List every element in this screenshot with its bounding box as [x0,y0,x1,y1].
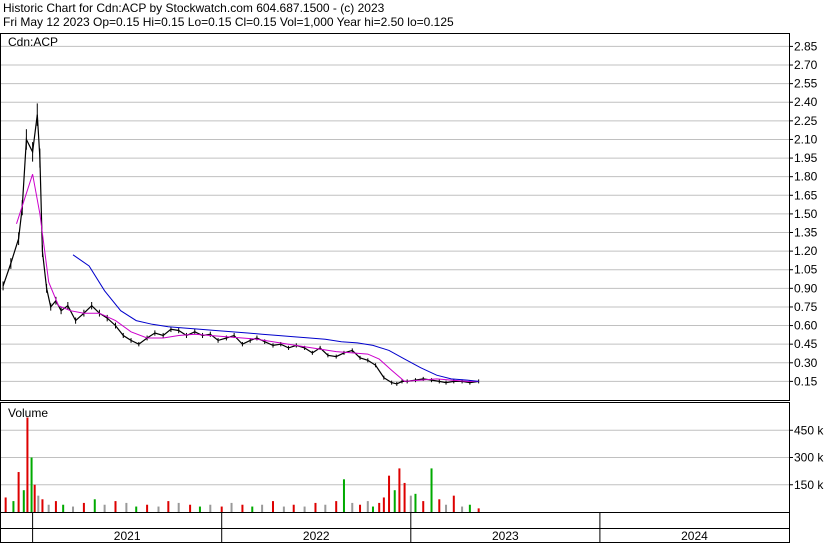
volume-bar [371,506,374,512]
volume-bar [292,504,295,512]
volume-bar [468,504,471,512]
volume-bar [251,506,254,512]
volume-bar [398,468,401,512]
volume-bar [54,501,57,512]
price-tick-label: 1.05 [794,263,818,277]
price-tick-label: 2.10 [794,132,818,146]
series-line-ma_short [16,174,479,382]
volume-bar [382,497,385,512]
volume-gridlines [1,429,789,486]
volume-bar [157,506,160,512]
price-tick-label: 2.55 [794,77,818,91]
volume-bar [452,495,455,512]
volume-bar [271,501,274,512]
price-panel-frame [0,33,790,401]
volume-bar [125,502,128,512]
volume-bar [37,495,40,512]
price-tick-label: 0.15 [794,374,818,388]
x-tick-label: 2021 [114,529,141,543]
volume-bar [393,490,396,512]
series-line-price [2,114,479,385]
volume-bar [26,417,29,512]
volume-bar [93,499,96,512]
x-axis: 2021 2022 2023 2024 [32,512,708,543]
volume-bar [146,504,149,512]
volume-bar [351,502,354,512]
price-tick-label: 2.25 [794,114,818,128]
price-axis: 0.15 0.30 0.45 0.60 0.75 0.90 1.05 1.20 1.35 1.50… [789,39,818,388]
volume-bar [388,475,391,512]
volume-bar [403,482,406,512]
volume-bar [62,504,65,512]
volume-bar [17,472,20,512]
volume-bar [41,499,44,512]
volume-bar [135,506,138,512]
volume-bar [241,504,244,512]
x-tick-label: 2024 [681,529,708,543]
volume-bar [303,506,306,512]
volume-bar [30,457,33,512]
price-tick-label: 0.45 [794,337,818,351]
price-tick-label: 0.90 [794,281,818,295]
volume-bar [261,504,264,512]
volume-bar [366,501,369,512]
volume-bar [324,504,327,512]
volume-bar [477,508,480,512]
volume-bar [342,479,345,512]
volume-bar [82,502,85,512]
volume-bar [198,506,201,512]
volume-bar [409,495,412,512]
price-tick-label: 0.75 [794,300,818,314]
volume-bar [430,468,433,512]
volume-bar [167,501,170,512]
volume-bar [359,504,362,512]
price-tick-label: 0.30 [794,356,818,370]
x-tick-label: 2022 [303,529,330,543]
volume-bar [4,497,7,512]
price-tick-label: 1.80 [794,170,818,184]
volume-bar [314,502,317,512]
price-series-group [2,103,480,386]
volume-tick-label: 150 k [794,478,824,492]
price-tick-label: 1.50 [794,207,818,221]
volume-bar [461,506,464,512]
volume-bar [378,502,381,512]
volume-bar [47,504,50,512]
volume-bar [177,502,180,512]
volume-bar [189,504,192,512]
price-tick-label: 1.20 [794,244,818,258]
volume-bar [414,493,417,512]
volume-bar [335,501,338,512]
volume-bar [114,501,117,512]
volume-bar [282,506,285,512]
volume-bar [209,504,212,512]
volume-bar [422,501,425,512]
volume-bar [445,504,448,512]
price-tick-label: 1.35 [794,226,818,240]
price-tick-label: 2.70 [794,58,818,72]
volume-bars-group [4,417,480,512]
price-tick-label: 1.95 [794,151,818,165]
stock-chart: 0.15 0.30 0.45 0.60 0.75 0.90 1.05 1.20 1.35 1.50… [0,33,824,543]
volume-bar [220,506,223,512]
volume-bar [438,499,441,512]
price-tick-label: 2.40 [794,95,818,109]
volume-bar [33,484,36,512]
volume-bar [103,504,106,512]
volume-axis: 150 k 300 k 450 k [789,423,824,492]
price-tick-label: 1.65 [794,188,818,202]
price-tick-label: 0.60 [794,319,818,333]
price-tick-label: 2.85 [794,39,818,53]
volume-bar [230,502,233,512]
volume-bar [12,501,15,512]
volume-tick-label: 450 k [794,423,824,437]
date-band [0,512,790,529]
volume-tick-label: 300 k [794,451,824,465]
volume-bar [22,490,25,512]
volume-bar [72,506,75,512]
x-tick-label: 2023 [492,529,519,543]
price-panel-title: Cdn:ACP [8,35,58,49]
